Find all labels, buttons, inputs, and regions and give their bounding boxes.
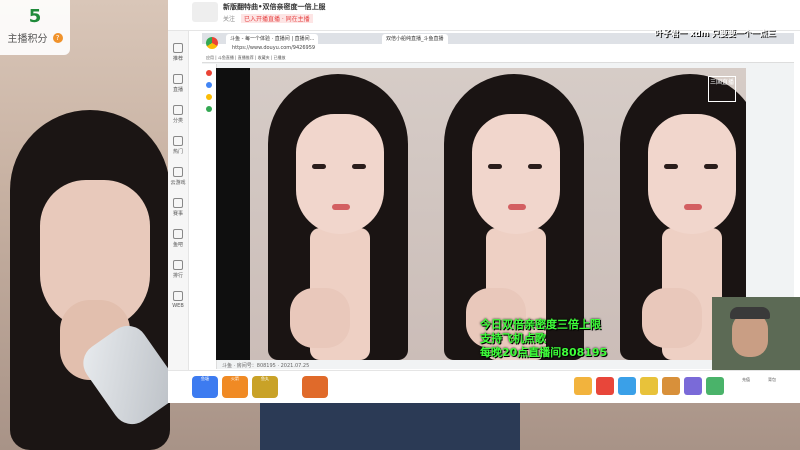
follow-label[interactable]: 关注 bbox=[223, 16, 235, 23]
star-icon bbox=[173, 43, 183, 53]
gift-item-icon[interactable] bbox=[618, 377, 636, 395]
sidebar-item-cloud-game[interactable]: 云游戏 bbox=[168, 167, 188, 186]
fire-icon bbox=[173, 136, 183, 146]
fish-icon bbox=[173, 229, 183, 239]
score-value: 5 bbox=[28, 6, 42, 27]
gift-item-icon[interactable] bbox=[640, 377, 658, 395]
pip-cap bbox=[730, 307, 770, 319]
url-text[interactable]: https://www.douyu.com/9426959 bbox=[232, 45, 315, 51]
overlay-line: 支持飞机点歌 bbox=[480, 332, 546, 345]
trophy-icon bbox=[173, 198, 183, 208]
gift-bar: 鱼塘 火箭 鱼丸 充值 背包 bbox=[168, 370, 800, 403]
score-label: 主播积分 bbox=[7, 34, 48, 45]
watermark: 三国直播 bbox=[708, 76, 736, 102]
video-overlay-text: 今日双倍亲密度三倍上限 支持飞机点歌 每晚20点直播间808195 bbox=[480, 318, 607, 360]
browser-tab-active[interactable]: 双倍小船纯直播_斗鱼直播 bbox=[382, 34, 448, 44]
overlay-line: 每晚20点直播间808195 bbox=[480, 346, 608, 359]
score-widget: 5 主播积分 ? bbox=[0, 0, 70, 55]
stream-meta: 关注 已入开播直播 · 同在主播 bbox=[223, 14, 313, 23]
sidebar-item-live[interactable]: 直播 bbox=[168, 74, 188, 93]
video-letterbox bbox=[216, 68, 250, 360]
tv-icon bbox=[173, 74, 183, 84]
picture-in-picture-cam bbox=[712, 297, 800, 370]
browser-tab[interactable]: 斗鱼 - 每一个体验 · 直播间 | 直播间... bbox=[226, 34, 319, 44]
gift-item-icon[interactable] bbox=[596, 377, 614, 395]
recharge-button[interactable]: 充值 bbox=[738, 377, 754, 397]
room-id-text: 斗鱼 · 房间号：808195 · 2021.07.25 bbox=[222, 363, 310, 369]
globe-icon bbox=[173, 291, 183, 301]
left-sidebar: 关注 推荐 直播 分类 热门 云游戏 赛事 鱼吧 排行 WEB bbox=[168, 0, 189, 402]
sidebar-item-rank[interactable]: 排行 bbox=[168, 260, 188, 279]
backpack-button[interactable]: 背包 bbox=[764, 377, 780, 397]
app-icon[interactable] bbox=[206, 94, 212, 100]
chrome-logo-icon bbox=[206, 37, 218, 49]
gift-button[interactable] bbox=[302, 376, 328, 398]
bookmarks-bar[interactable]: 应用 | 斗鱼直播 | 直播推荐 | 收藏夹 | 已播放 bbox=[202, 54, 794, 63]
app-icon[interactable] bbox=[206, 70, 212, 76]
gift-button[interactable]: 鱼塘 bbox=[192, 376, 218, 398]
stream-header: 新版翻特曲•双倍亲密度一倍上服 关注 已入开播直播 · 同在主播 bbox=[168, 0, 800, 31]
chart-icon bbox=[173, 260, 183, 270]
gift-item-icon[interactable] bbox=[574, 377, 592, 395]
browser-side-panel bbox=[202, 64, 217, 369]
video-panel bbox=[426, 68, 602, 360]
address-bar[interactable]: https://www.douyu.com/9426959 bbox=[202, 44, 794, 54]
pip-face bbox=[732, 313, 768, 357]
overlay-line: 今日双倍亲密度三倍上限 bbox=[480, 318, 601, 331]
app-icon[interactable] bbox=[206, 106, 212, 112]
sidebar-item-community[interactable]: 鱼吧 bbox=[168, 229, 188, 248]
sidebar-item-web[interactable]: WEB bbox=[168, 291, 188, 309]
gift-item-icon[interactable] bbox=[706, 377, 724, 395]
sidebar-item-events[interactable]: 赛事 bbox=[168, 198, 188, 217]
video-panel bbox=[250, 68, 426, 360]
stream-title: 新版翻特曲•双倍亲密度一倍上服 bbox=[223, 3, 326, 11]
gift-button[interactable]: 火箭 bbox=[222, 376, 248, 398]
app-icon[interactable] bbox=[206, 82, 212, 88]
video-player[interactable]: 三国直播 今日双倍亲密度三倍上限 支持飞机点歌 每晚20点直播间808195 bbox=[216, 68, 746, 360]
cloud-icon bbox=[173, 167, 183, 177]
mic-stand bbox=[260, 402, 520, 450]
avatar[interactable] bbox=[192, 2, 218, 22]
stream-tag: 已入开播直播 · 同在主播 bbox=[240, 14, 313, 23]
gift-item-icon[interactable] bbox=[662, 377, 680, 395]
gift-button[interactable]: 鱼丸 bbox=[252, 376, 278, 398]
gift-item-icon[interactable] bbox=[684, 377, 702, 395]
sidebar-item-category[interactable]: 分类 bbox=[168, 105, 188, 124]
help-icon[interactable]: ? bbox=[52, 32, 63, 43]
channel-logo: 310 bbox=[748, 8, 782, 27]
grid-icon bbox=[173, 105, 183, 115]
danmaku-text: 叶子君一 xdm 只要要一个一点三 bbox=[655, 29, 776, 38]
sidebar-item-hot[interactable]: 热门 bbox=[168, 136, 188, 155]
sidebar-item-recommend[interactable]: 推荐 bbox=[168, 43, 188, 62]
